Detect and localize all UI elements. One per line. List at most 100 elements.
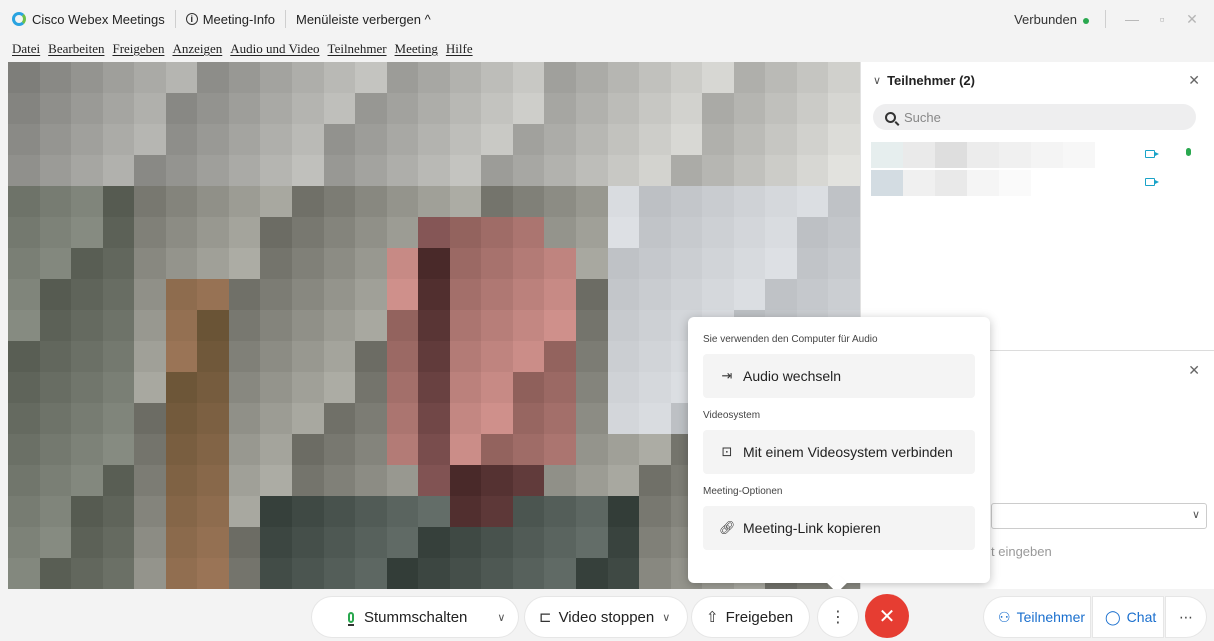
share-label: Freigeben bbox=[725, 608, 794, 626]
menu-freigeben[interactable]: Freigeben bbox=[112, 41, 164, 57]
video-pixel bbox=[134, 341, 166, 372]
video-pixel bbox=[607, 465, 640, 496]
video-pixel bbox=[260, 62, 292, 93]
video-pixel bbox=[197, 465, 229, 496]
menu-datei[interactable]: Datei bbox=[12, 41, 40, 57]
video-pixel bbox=[449, 186, 482, 217]
chevron-down-icon[interactable]: ∨ bbox=[873, 74, 881, 87]
chat-bubble-icon: ◯ bbox=[1105, 608, 1121, 625]
video-pixel bbox=[102, 372, 135, 403]
video-pixel bbox=[355, 527, 387, 558]
video-pixel bbox=[260, 403, 292, 434]
minimize-icon[interactable]: — bbox=[1122, 11, 1142, 27]
mute-button[interactable]: Stummschalten ∨ bbox=[312, 597, 518, 637]
video-pixel bbox=[481, 217, 513, 248]
chat-message-input[interactable]: t eingeben bbox=[991, 544, 1052, 559]
video-pixel bbox=[323, 62, 356, 93]
video-pixel bbox=[386, 124, 419, 155]
video-pixel bbox=[8, 248, 40, 279]
participants-panel-header[interactable]: ∨ Teilnehmer (2) ✕ bbox=[861, 62, 1214, 98]
video-pixel bbox=[575, 248, 608, 279]
chevron-down-icon[interactable]: ∨ bbox=[662, 611, 670, 624]
video-pixel bbox=[165, 310, 198, 341]
video-pixel bbox=[39, 465, 72, 496]
video-pixel bbox=[39, 558, 72, 589]
video-pixel bbox=[197, 372, 229, 403]
video-pixel bbox=[134, 372, 166, 403]
video-pixel bbox=[355, 341, 387, 372]
video-pixel bbox=[670, 248, 703, 279]
switch-audio-button[interactable]: ⇥ Audio wechseln bbox=[703, 354, 975, 398]
video-pixel bbox=[323, 496, 356, 527]
menu-anzeigen[interactable]: Anzeigen bbox=[172, 41, 222, 57]
video-pixel bbox=[418, 279, 450, 310]
video-pixel bbox=[733, 155, 766, 186]
search-input[interactable]: Suche bbox=[873, 104, 1196, 130]
video-pixel bbox=[165, 279, 198, 310]
video-pixel bbox=[228, 496, 261, 527]
video-pixel bbox=[134, 527, 166, 558]
menu-hilfe[interactable]: Hilfe bbox=[446, 41, 473, 57]
video-pixel bbox=[355, 496, 387, 527]
close-window-icon[interactable]: ✕ bbox=[1182, 11, 1202, 28]
copy-meeting-link-button[interactable]: 🔗︎ Meeting-Link kopieren bbox=[703, 506, 975, 550]
menu-teilnehmer[interactable]: Teilnehmer bbox=[328, 41, 387, 57]
video-pixel bbox=[512, 372, 545, 403]
video-pixel bbox=[386, 527, 419, 558]
more-panels-button[interactable]: ⋯ bbox=[1166, 597, 1206, 637]
video-pixel bbox=[355, 465, 387, 496]
video-pixel bbox=[733, 217, 766, 248]
video-pixel bbox=[607, 372, 640, 403]
close-chat-panel-icon[interactable]: ✕ bbox=[1188, 362, 1200, 379]
participant-row[interactable] bbox=[861, 142, 1214, 170]
menu-audio-video[interactable]: Audio und Video bbox=[230, 41, 319, 57]
end-meeting-button[interactable]: ✕ bbox=[865, 594, 909, 638]
video-pixel bbox=[607, 93, 640, 124]
chat-recipient-select[interactable]: ∨ bbox=[991, 503, 1207, 529]
meeting-info-button[interactable]: i Meeting-Info bbox=[185, 12, 275, 27]
close-panel-icon[interactable]: ✕ bbox=[1188, 72, 1200, 89]
video-pixel bbox=[702, 93, 734, 124]
stop-video-button[interactable]: ⊏ Video stoppen ∨ bbox=[525, 597, 687, 637]
video-pixel bbox=[765, 217, 797, 248]
video-pixel bbox=[828, 279, 860, 310]
video-pixel bbox=[228, 155, 261, 186]
video-pixel bbox=[607, 124, 640, 155]
video-pixel bbox=[228, 341, 261, 372]
video-pixel bbox=[418, 155, 450, 186]
mute-label: Stummschalten bbox=[364, 608, 468, 626]
more-options-button[interactable]: ⋮ bbox=[818, 597, 858, 637]
microphone-icon bbox=[1186, 148, 1191, 156]
video-pixel bbox=[323, 124, 356, 155]
hide-menu-button[interactable]: Menüleiste verbergen ^ bbox=[296, 12, 431, 27]
chevron-down-icon[interactable]: ∨ bbox=[497, 611, 505, 624]
participant-row[interactable] bbox=[861, 170, 1214, 198]
video-camera-icon bbox=[1145, 150, 1159, 158]
connect-video-system-button[interactable]: ⊡ Mit einem Videosystem verbinden bbox=[703, 430, 975, 474]
video-pixel bbox=[260, 93, 292, 124]
menu-meeting[interactable]: Meeting bbox=[395, 41, 438, 57]
video-pixel bbox=[512, 62, 545, 93]
restore-icon[interactable]: ▫ bbox=[1152, 11, 1172, 27]
title-bar: Cisco Webex Meetings i Meeting-Info Menü… bbox=[0, 0, 1214, 38]
share-button[interactable]: ⇧ Freigeben bbox=[692, 597, 809, 637]
video-pixel bbox=[418, 186, 450, 217]
video-pixel bbox=[512, 124, 545, 155]
video-pixel bbox=[607, 217, 640, 248]
video-pixel bbox=[418, 310, 450, 341]
video-pixel bbox=[449, 62, 482, 93]
video-pixel bbox=[575, 372, 608, 403]
video-pixel bbox=[386, 248, 419, 279]
menu-bearbeiten[interactable]: Bearbeiten bbox=[48, 41, 104, 57]
video-pixel bbox=[39, 217, 72, 248]
video-pixel bbox=[607, 279, 640, 310]
participants-button[interactable]: ⚇ Teilnehmer bbox=[984, 597, 1090, 637]
video-pixel bbox=[512, 186, 545, 217]
video-pixel bbox=[165, 341, 198, 372]
chat-button[interactable]: ◯ Chat bbox=[1093, 597, 1163, 637]
video-pixel bbox=[386, 279, 419, 310]
link-icon: 🔗︎ bbox=[719, 520, 736, 535]
video-pixel bbox=[197, 62, 229, 93]
video-pixel bbox=[607, 558, 640, 589]
video-pixel bbox=[512, 434, 545, 465]
